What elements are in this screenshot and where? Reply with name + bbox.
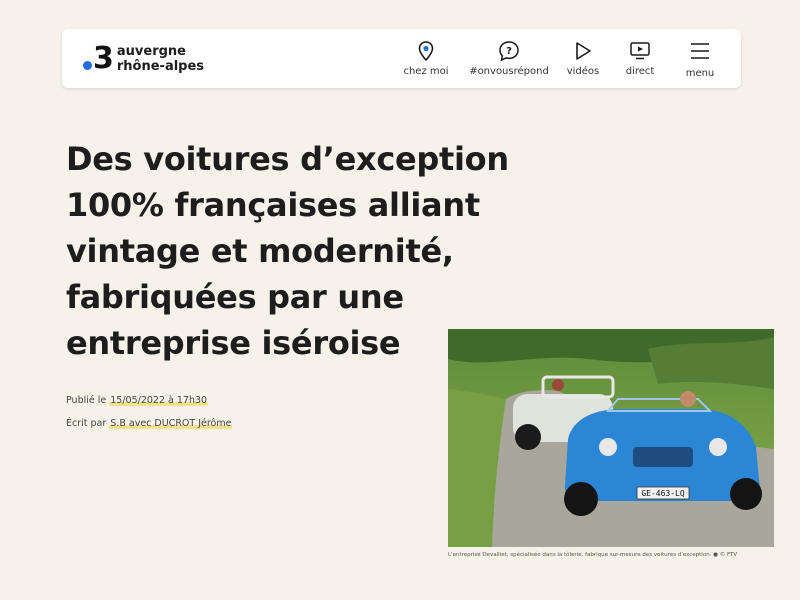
author-names[interactable]: S.B avec DUCROT Jérôme [109,418,233,429]
published-date-value: 15/05/2022 à 17h30 [109,395,209,406]
hamburger-menu-icon [689,40,711,62]
photo-caption: L'entreprise Devalliet, spécialisée dans… [448,552,738,558]
author-prefix: Écrit par [66,418,110,429]
nav-label-onvousrepond: #onvousrépond [469,66,549,77]
logo-region-line2: rhône-alpes [116,59,205,74]
author-line: Écrit par S.B avec DUCROT Jérôme [66,418,233,429]
location-pin-icon [418,40,434,62]
nav-item-onvousrepond[interactable]: ? #onvousrépond [468,29,550,88]
top-navigation-bar: 3 auvergne rhône-alpes chez moi ? #onvou… [62,29,741,88]
publication-date: Publié le 15/05/2022 à 17h30 [66,395,209,406]
nav-item-chez-moi[interactable]: chez moi [402,29,450,88]
nav-label-direct: direct [625,66,655,77]
play-icon [574,40,592,62]
question-bubble-icon: ? [498,40,520,62]
headline-line: vintage et modernité, [66,232,454,270]
svg-text:?: ? [506,46,512,57]
logo-number: 3 [93,41,114,76]
nav-label-videos: vidéos [566,66,600,77]
license-plate: GE-463-LQ [641,489,685,498]
nav-label-chez-moi: chez moi [403,66,449,77]
france3-logo[interactable]: 3 auvergne rhône-alpes [83,41,204,77]
nav-item-menu[interactable]: menu [680,29,720,88]
logo-dot-icon [83,60,92,70]
logo-region: auvergne rhône-alpes [117,44,204,74]
headline-line: fabriquées par une [66,278,404,316]
article-photo: GE-463-LQ [448,329,774,547]
tv-play-icon [629,40,651,62]
logo-region-line1: auvergne [116,44,186,59]
headline-line: Des voitures d’exception [66,140,509,178]
published-prefix: Publié le [66,395,110,406]
nav-item-videos[interactable]: vidéos [560,29,606,88]
article-photo-illustration: GE-463-LQ [448,329,774,547]
headline-line: entreprise iséroise [66,324,401,362]
nav-label-menu: menu [685,68,715,79]
headline-line: 100% françaises alliant [66,186,480,224]
nav-item-direct[interactable]: direct [622,29,658,88]
